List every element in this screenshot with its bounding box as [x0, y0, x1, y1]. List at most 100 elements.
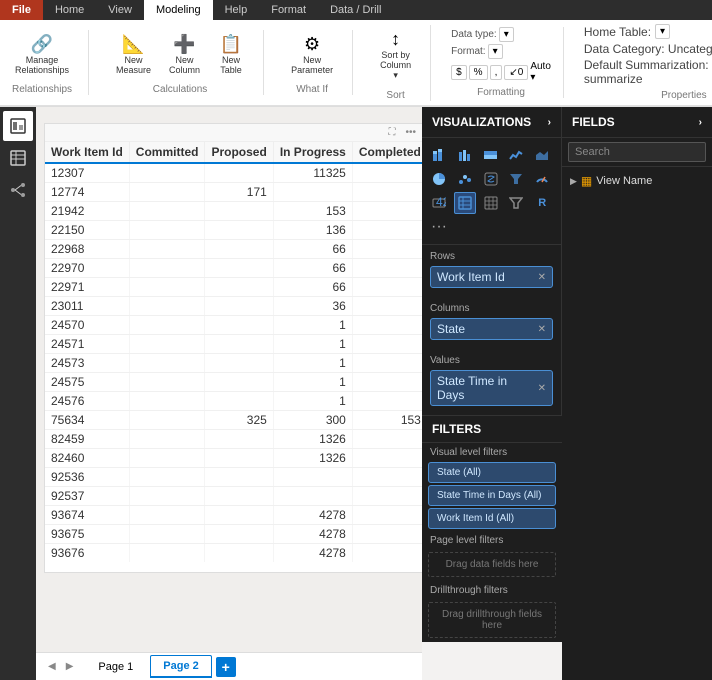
- drag-drillthrough-area[interactable]: Drag drillthrough fields here: [428, 602, 556, 638]
- new-table-button[interactable]: 📋 NewTable: [211, 30, 251, 80]
- percent-button[interactable]: %: [469, 65, 488, 80]
- table-cell: 4278: [273, 525, 352, 544]
- model-view-icon[interactable]: [3, 175, 33, 205]
- home-table-dropdown[interactable]: ▾: [655, 24, 670, 39]
- values-field-remove[interactable]: ✕: [538, 383, 546, 394]
- table-row[interactable]: 1230711325877150: [45, 163, 422, 183]
- tab-help[interactable]: Help: [213, 0, 260, 20]
- table-cell: [352, 316, 422, 335]
- default-summarization-label: Default Summarization: Don't summarize: [584, 58, 712, 86]
- sort-by-column-button[interactable]: ↕ Sort byColumn ▾: [373, 25, 418, 86]
- manage-relationships-button[interactable]: 🔗 ManageRelationships: [8, 30, 76, 80]
- report-view-icon[interactable]: [3, 111, 33, 141]
- viz-icon-matrix[interactable]: [480, 192, 502, 214]
- col-header-completed[interactable]: Completed: [352, 142, 422, 163]
- filter-state[interactable]: State (All): [428, 462, 556, 483]
- viz-icon-stacked-col[interactable]: [480, 144, 502, 166]
- col-header-work-item-id[interactable]: Work Item Id: [45, 142, 129, 163]
- table-row[interactable]: 2297066: [45, 259, 422, 278]
- table-row[interactable]: 824601326877150: [45, 449, 422, 468]
- rows-field-badge[interactable]: Work Item Id ✕: [430, 266, 553, 288]
- tab-format[interactable]: Format: [259, 0, 318, 20]
- viz-icon-card[interactable]: 42: [428, 192, 450, 214]
- table-cell: [352, 430, 422, 449]
- table-row[interactable]: 245761: [45, 392, 422, 411]
- tab-file[interactable]: File: [0, 0, 43, 20]
- table-row[interactable]: 245701: [45, 316, 422, 335]
- table-row[interactable]: 2301136: [45, 297, 422, 316]
- table-cell: [205, 297, 273, 316]
- data-view-icon[interactable]: [3, 143, 33, 173]
- table-row[interactable]: 21942153: [45, 202, 422, 221]
- table-cell: 92536: [45, 468, 129, 487]
- table-row[interactable]: 245731: [45, 354, 422, 373]
- new-column-button[interactable]: ➕ NewColumn: [162, 30, 207, 80]
- viz-icon-scatter[interactable]: [454, 168, 476, 190]
- table-row[interactable]: 92537117370: [45, 487, 422, 506]
- columns-field-remove[interactable]: ✕: [538, 324, 546, 335]
- table-cell: [129, 278, 205, 297]
- viz-icon-stacked-bar[interactable]: [428, 144, 450, 166]
- table-row[interactable]: 936744278802011: [45, 506, 422, 525]
- table-row[interactable]: 936764278802011: [45, 544, 422, 563]
- filter-state-time[interactable]: State Time in Days (All): [428, 485, 556, 506]
- table-row[interactable]: 2296866: [45, 240, 422, 259]
- decrease-decimal[interactable]: ↙0: [504, 65, 528, 80]
- comma-button[interactable]: ,: [490, 65, 503, 80]
- tab-view[interactable]: View: [96, 0, 144, 20]
- viz-icon-filter[interactable]: [505, 192, 527, 214]
- tab-data-drill[interactable]: Data / Drill: [318, 0, 393, 20]
- viz-icon-table[interactable]: [454, 192, 476, 214]
- table-row[interactable]: 245711: [45, 335, 422, 354]
- expand-icon[interactable]: ⛶: [385, 126, 398, 139]
- table-cell: [352, 335, 422, 354]
- fields-item-view-name[interactable]: ▶ ▦ View Name: [562, 171, 712, 191]
- viz-icon-line[interactable]: [505, 144, 527, 166]
- viz-icon-clustered-bar[interactable]: [454, 144, 476, 166]
- table-cell: 22150: [45, 221, 129, 240]
- columns-field-badge[interactable]: State ✕: [430, 318, 553, 340]
- viz-icon-pie[interactable]: [428, 168, 450, 190]
- more-options-icon[interactable]: •••: [402, 126, 419, 139]
- table-row[interactable]: 824591326877150: [45, 430, 422, 449]
- sort-group-label: Sort: [386, 90, 404, 101]
- table-cell: 22968: [45, 240, 129, 259]
- viz-icon-gauge[interactable]: [531, 168, 553, 190]
- table-row[interactable]: 92536117370: [45, 468, 422, 487]
- viz-icon-r-script[interactable]: R: [531, 192, 553, 214]
- viz-icon-funnel[interactable]: [505, 168, 527, 190]
- viz-icon-more[interactable]: ···: [428, 216, 450, 238]
- table-visual[interactable]: ⛶ ••• Work Item Id Committed Proposed In…: [44, 123, 422, 573]
- table-row[interactable]: 127741711060696: [45, 183, 422, 202]
- rows-field-remove[interactable]: ✕: [538, 272, 546, 283]
- currency-button[interactable]: $: [451, 65, 467, 80]
- viz-panel-expand-icon[interactable]: ›: [548, 117, 551, 128]
- filter-work-item-id[interactable]: Work Item Id (All): [428, 508, 556, 529]
- table-cell: [352, 468, 422, 487]
- new-parameter-button[interactable]: ⚙ NewParameter: [284, 30, 340, 80]
- table-row[interactable]: 22150136: [45, 221, 422, 240]
- fields-search-input[interactable]: [568, 142, 706, 162]
- drag-fields-area[interactable]: Drag data fields here: [428, 552, 556, 577]
- tab-modeling[interactable]: Modeling: [144, 0, 213, 20]
- values-field-badge[interactable]: State Time in Days ✕: [430, 370, 553, 406]
- table-row[interactable]: 936754278802011: [45, 525, 422, 544]
- table-row[interactable]: 2297166: [45, 278, 422, 297]
- table-cell: [352, 183, 422, 202]
- new-measure-button[interactable]: 📐 NewMeasure: [109, 30, 158, 80]
- visual-level-filters-label: Visual level filters: [422, 443, 562, 460]
- col-header-in-progress[interactable]: In Progress: [273, 142, 352, 163]
- viz-icon-map[interactable]: [480, 168, 502, 190]
- col-header-proposed[interactable]: Proposed: [205, 142, 273, 163]
- viz-columns-label: Columns: [430, 303, 553, 314]
- data-type-dropdown[interactable]: ▾: [499, 27, 514, 42]
- table-row[interactable]: 245751: [45, 373, 422, 392]
- fields-panel-expand-icon[interactable]: ›: [699, 117, 702, 128]
- tab-home[interactable]: Home: [43, 0, 96, 20]
- format-dropdown[interactable]: ▾: [488, 44, 503, 59]
- table-cell: [129, 430, 205, 449]
- table-row[interactable]: 75634325300153881128: [45, 411, 422, 430]
- viz-icon-area[interactable]: [531, 144, 553, 166]
- col-header-committed[interactable]: Committed: [129, 142, 205, 163]
- table-cell: [205, 430, 273, 449]
